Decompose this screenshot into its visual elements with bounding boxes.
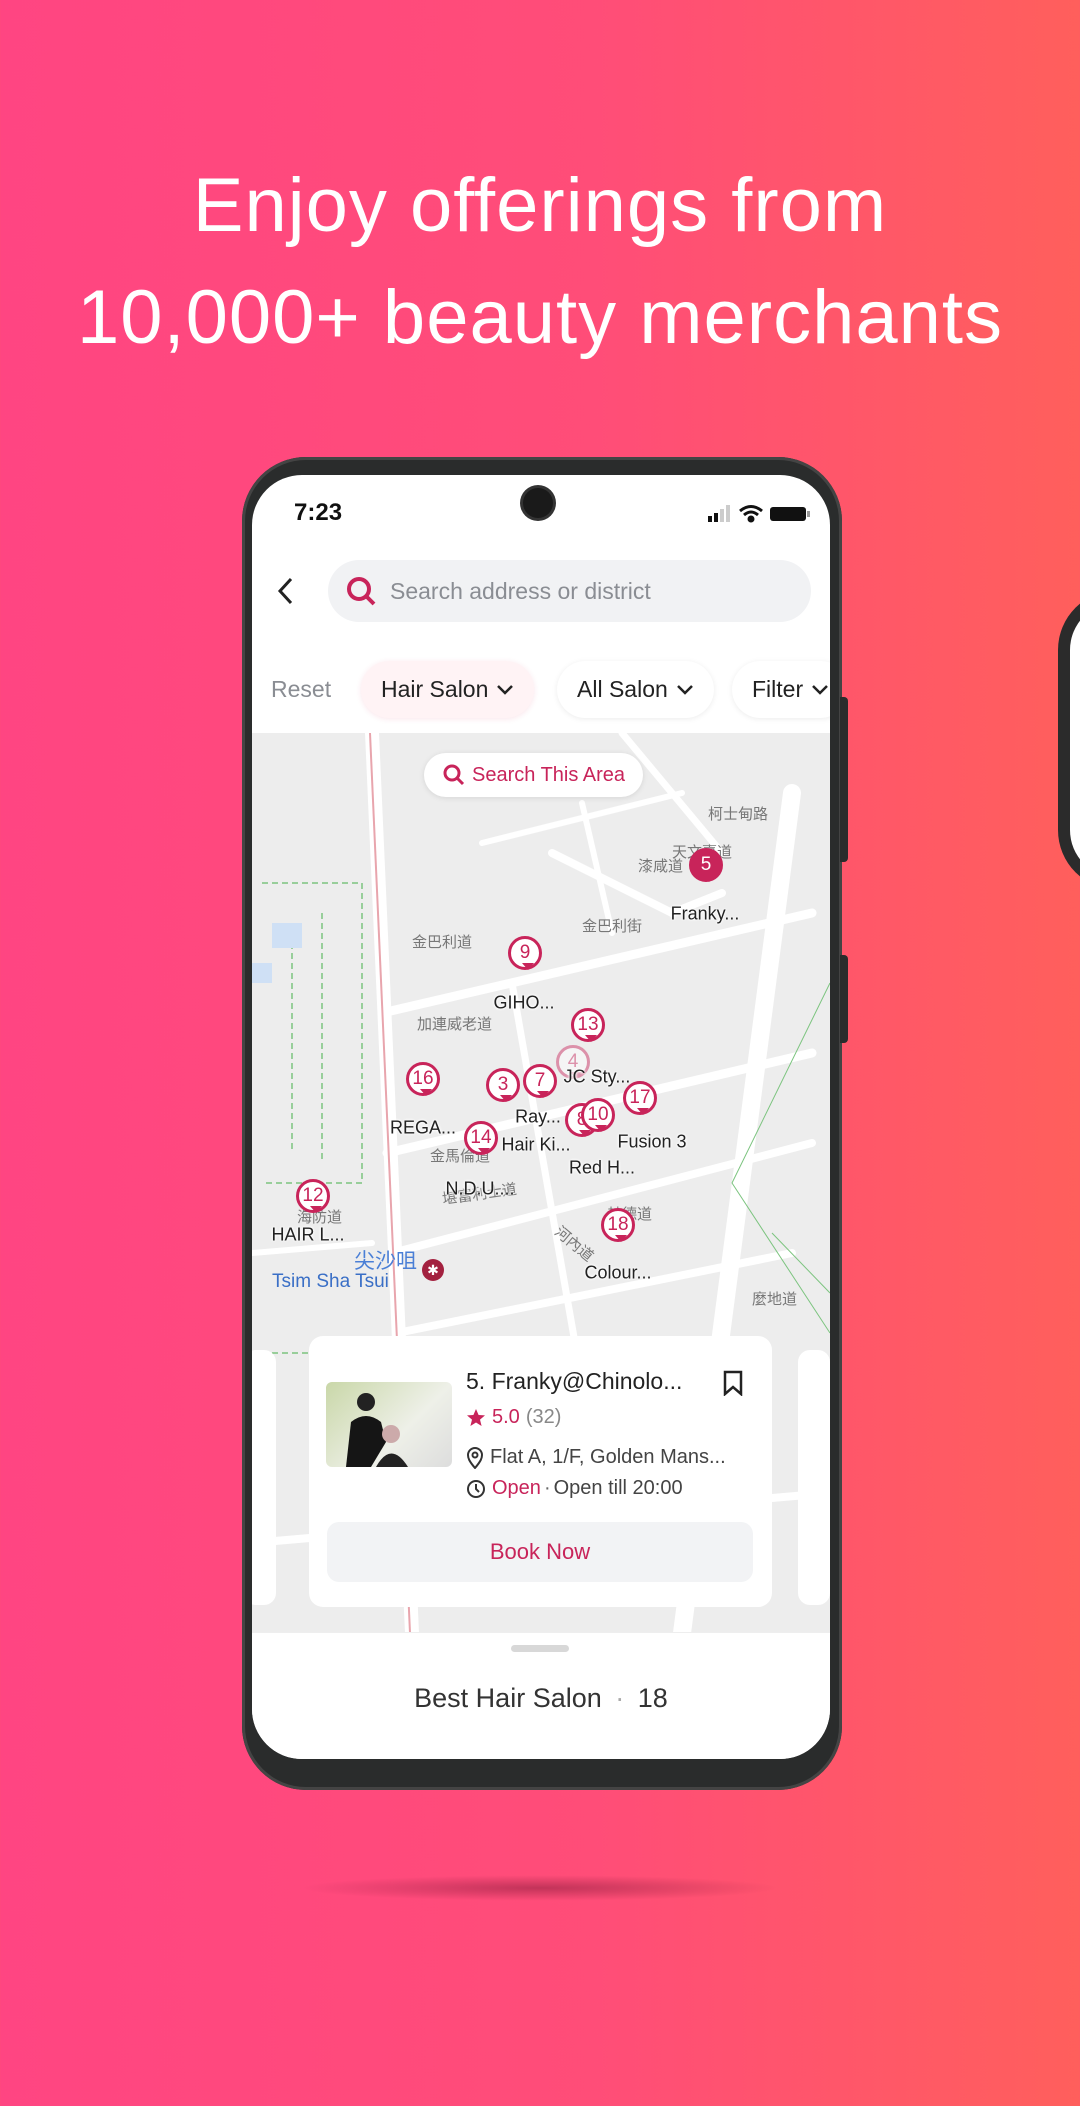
- status-icons: [708, 505, 810, 523]
- map-marker-16[interactable]: 16: [406, 1062, 440, 1096]
- chip-hair-salon[interactable]: Hair Salon: [361, 661, 535, 718]
- marker-label: REGA...: [389, 1117, 457, 1138]
- separator: ·: [543, 1477, 551, 1499]
- phone-shadow: [300, 1875, 780, 1901]
- headline: Enjoy offerings from 10,000+ beauty merc…: [0, 150, 1080, 374]
- chevron-down-icon: [812, 684, 829, 695]
- next-salon-card[interactable]: [798, 1350, 830, 1605]
- reset-button[interactable]: Reset: [271, 676, 331, 703]
- hours-row: Open · Open till 20:00: [466, 1477, 683, 1500]
- map-marker-13[interactable]: 13: [571, 1008, 605, 1042]
- search-placeholder: Search address or district: [390, 578, 651, 604]
- mtr-station-icon: ✱: [422, 1259, 444, 1281]
- marker-label: HAIR L...: [271, 1224, 345, 1245]
- chip-filter[interactable]: Filter: [732, 661, 830, 718]
- back-icon[interactable]: [274, 576, 298, 606]
- map-marker-5[interactable]: 5: [689, 848, 723, 882]
- marker-label: Franky...: [670, 903, 740, 924]
- camera-icon: [523, 488, 553, 518]
- chevron-down-icon: [676, 684, 693, 695]
- salon-card[interactable]: 5. Franky@Chinolo... 5.0 (32) Flat A, 1/…: [309, 1336, 772, 1607]
- clock-icon: [467, 1479, 485, 1498]
- wifi-icon: [739, 505, 763, 523]
- phone-screen: 7:23 Search address or district Reset Ha…: [252, 475, 830, 1759]
- marker-label: Colour...: [584, 1262, 652, 1283]
- sheet-drag-handle[interactable]: [511, 1645, 569, 1652]
- review-count: (32): [525, 1406, 562, 1428]
- search-this-area-label: Search This Area: [472, 763, 626, 786]
- road-label: 金巴利道: [412, 934, 473, 951]
- rating-row: 5.0 (32): [466, 1406, 561, 1429]
- chip-all-salon[interactable]: All Salon: [557, 661, 714, 718]
- marker-label: JC Sty...: [563, 1066, 631, 1087]
- location-pin-icon: [466, 1446, 484, 1469]
- marker-label: Hair Ki...: [501, 1134, 571, 1155]
- map-marker-12[interactable]: 12: [296, 1179, 330, 1213]
- separator: ·: [615, 1683, 625, 1713]
- salon-title[interactable]: 5. Franky@Chinolo...: [466, 1368, 682, 1395]
- power-button: [840, 955, 848, 1043]
- second-phone-edge: [1058, 590, 1080, 890]
- map-marker-7[interactable]: 7: [523, 1064, 557, 1098]
- place-label-en: Tsim Sha Tsui: [272, 1271, 389, 1292]
- marker-label: Ray...: [515, 1106, 561, 1127]
- open-hours: Open till 20:00: [553, 1477, 683, 1499]
- battery-icon: [770, 507, 810, 521]
- chip-label: Filter: [752, 676, 804, 702]
- salon-photo-image: [346, 1393, 408, 1467]
- rating-value: 5.0: [492, 1406, 520, 1428]
- marker-label: Red H...: [568, 1157, 636, 1178]
- map-marker-3[interactable]: 3: [486, 1068, 520, 1102]
- map-marker-14[interactable]: 14: [464, 1121, 498, 1155]
- book-now-button[interactable]: Book Now: [327, 1522, 753, 1582]
- bottom-sheet[interactable]: Best Hair Salon · 18: [252, 1632, 830, 1759]
- search-this-area-button[interactable]: Search This Area: [424, 753, 644, 797]
- map-marker-18[interactable]: 18: [601, 1208, 635, 1242]
- prev-salon-card[interactable]: [252, 1350, 276, 1605]
- bookmark-icon[interactable]: [722, 1370, 744, 1396]
- search-icon: [443, 764, 465, 786]
- marker-label: N.D.U....: [445, 1178, 515, 1199]
- headline-line-2: 10,000+ beauty merchants: [76, 275, 1004, 360]
- map-marker-10[interactable]: 10: [581, 1098, 615, 1132]
- road-label: 柯士甸路: [708, 806, 769, 823]
- search-input[interactable]: Search address or district: [328, 560, 811, 622]
- search-icon: [347, 577, 376, 606]
- address-row: Flat A, 1/F, Golden Mans...: [466, 1446, 726, 1469]
- road-label: 金巴利街: [582, 918, 643, 935]
- open-status: Open: [492, 1477, 541, 1499]
- signal-icon: [708, 505, 730, 522]
- star-icon: [467, 1408, 485, 1426]
- list-title: Best Hair Salon: [414, 1683, 602, 1713]
- marker-label: GIHO...: [493, 992, 555, 1013]
- road-label: 麼地道: [752, 1291, 798, 1308]
- chevron-down-icon: [497, 684, 514, 695]
- result-count: 18: [637, 1683, 668, 1713]
- marker-label: Fusion 3: [617, 1131, 687, 1152]
- volume-button: [840, 697, 848, 862]
- map-marker-9[interactable]: 9: [508, 936, 542, 970]
- sheet-title: Best Hair Salon · 18: [252, 1683, 830, 1714]
- salon-photo: [326, 1382, 452, 1467]
- chip-label: Hair Salon: [381, 676, 489, 702]
- status-time: 7:23: [294, 499, 343, 526]
- chip-label: All Salon: [577, 676, 668, 702]
- address: Flat A, 1/F, Golden Mans...: [490, 1446, 726, 1468]
- road-label: 漆咸道: [638, 858, 684, 875]
- road-label: 加連威老道: [417, 1016, 493, 1033]
- headline-line-1: Enjoy offerings from: [192, 163, 888, 248]
